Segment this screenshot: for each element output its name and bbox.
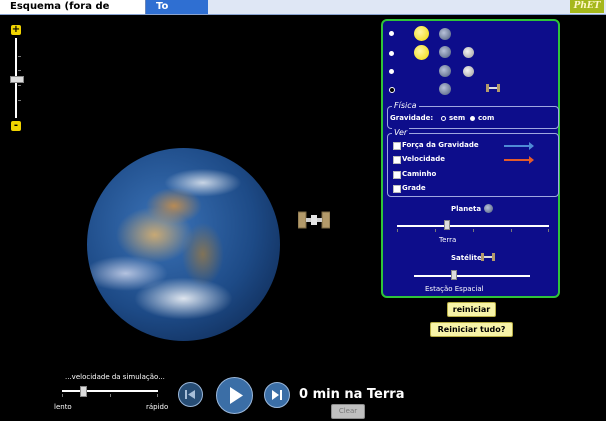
planet-slider-tick — [548, 229, 549, 232]
tab-schematic[interactable]: Esquema (fora de escala) — [0, 0, 146, 26]
satellite-slider-value: Estação Espacial — [425, 285, 484, 293]
zoom-tick — [18, 85, 21, 86]
grid-label[interactable]: Grade — [402, 184, 426, 192]
phet-logo[interactable]: PhET — [570, 0, 604, 13]
step-button[interactable] — [264, 382, 290, 408]
satellite-icon — [486, 84, 500, 92]
path-label[interactable]: Caminho — [402, 170, 436, 178]
rewind-icon — [185, 390, 195, 399]
gravity-force-arrow-icon — [504, 142, 534, 150]
gravity-on-label[interactable]: com — [478, 114, 494, 122]
view-group: Ver Força da Gravidade Velocidade Caminh… — [387, 128, 559, 197]
play-button[interactable] — [216, 377, 253, 414]
moon-icon — [463, 47, 474, 58]
zoom-tick — [18, 70, 21, 71]
gravity-on-radio[interactable] — [470, 116, 475, 121]
moon-icon — [463, 66, 474, 77]
satellite-slider-track[interactable] — [414, 275, 530, 277]
clear-button[interactable]: Clear — [331, 404, 365, 419]
step-icon — [272, 390, 282, 400]
speed-slow-label: lento — [54, 403, 72, 411]
planet-icon — [439, 46, 451, 58]
tab-bar: Esquema (fora de escala) To Scale PhET — [0, 0, 606, 26]
planet-slider-tick — [511, 229, 512, 232]
body-option-radio-2[interactable] — [389, 51, 394, 56]
sun-icon — [414, 26, 429, 41]
satellite-slider-knob[interactable] — [451, 270, 457, 280]
control-panel: Física Gravidade: sem com Ver Força da G… — [381, 19, 560, 298]
zoom-in-button[interactable]: + — [11, 25, 21, 35]
grid-checkbox[interactable] — [393, 185, 401, 193]
speed-slider-tick — [157, 394, 158, 397]
zoom-out-button[interactable]: - — [11, 121, 21, 131]
planet-icon — [484, 204, 493, 213]
velocity-label[interactable]: Velocidade — [402, 155, 445, 163]
path-checkbox[interactable] — [393, 171, 401, 179]
velocity-arrow-icon — [504, 156, 534, 164]
view-group-title: Ver — [392, 128, 410, 137]
planet-slider-value: Terra — [439, 236, 457, 244]
body-option-radio-3[interactable] — [389, 69, 394, 74]
gravity-off-label[interactable]: sem — [449, 114, 465, 122]
rewind-button[interactable] — [178, 382, 203, 407]
space-station-icon[interactable] — [298, 211, 330, 229]
speed-slider-tick — [110, 394, 111, 397]
play-icon — [230, 387, 243, 404]
velocity-checkbox[interactable] — [393, 156, 401, 164]
planet-icon — [439, 28, 451, 40]
tab-to-scale[interactable]: To Scale — [146, 0, 208, 26]
reset-all-button[interactable]: Reiniciar tudo? — [430, 322, 513, 337]
speed-slider-tick — [62, 394, 63, 397]
planet-slider-tick — [397, 229, 398, 232]
planet-icon — [439, 83, 451, 95]
planet-icon — [439, 65, 451, 77]
gravity-force-label[interactable]: Força da Gravidade — [402, 141, 479, 149]
speed-fast-label: rápido — [146, 403, 169, 411]
gravity-force-checkbox[interactable] — [393, 142, 401, 150]
sun-icon — [414, 45, 429, 60]
planet-slider-tick — [435, 229, 436, 232]
physics-group-title: Física — [392, 101, 419, 110]
elapsed-time-readout: 0 min na Terra — [299, 387, 405, 402]
gravity-label: Gravidade: — [390, 114, 434, 122]
satellite-icon — [481, 253, 495, 261]
satellite-slider-title: Satélite — [451, 254, 482, 262]
speed-slider-title: ...velocidade da simulação... — [65, 373, 165, 381]
physics-group: Física Gravidade: sem com — [387, 101, 559, 129]
gravity-off-radio[interactable] — [441, 116, 446, 121]
body-option-radio-4[interactable] — [389, 87, 395, 93]
earth-planet[interactable] — [87, 148, 280, 341]
zoom-slider-knob[interactable] — [10, 76, 24, 83]
planet-slider-knob[interactable] — [444, 220, 450, 230]
speed-slider-knob[interactable] — [80, 386, 87, 397]
planet-slider-tick — [473, 229, 474, 232]
planet-slider-track[interactable] — [397, 225, 549, 227]
speed-slider-track[interactable] — [62, 390, 158, 392]
reset-button[interactable]: reiniciar — [447, 302, 496, 317]
zoom-tick — [18, 56, 21, 57]
body-option-radio-1[interactable] — [389, 31, 394, 36]
planet-slider-title: Planeta — [451, 205, 482, 213]
zoom-tick — [18, 100, 21, 101]
